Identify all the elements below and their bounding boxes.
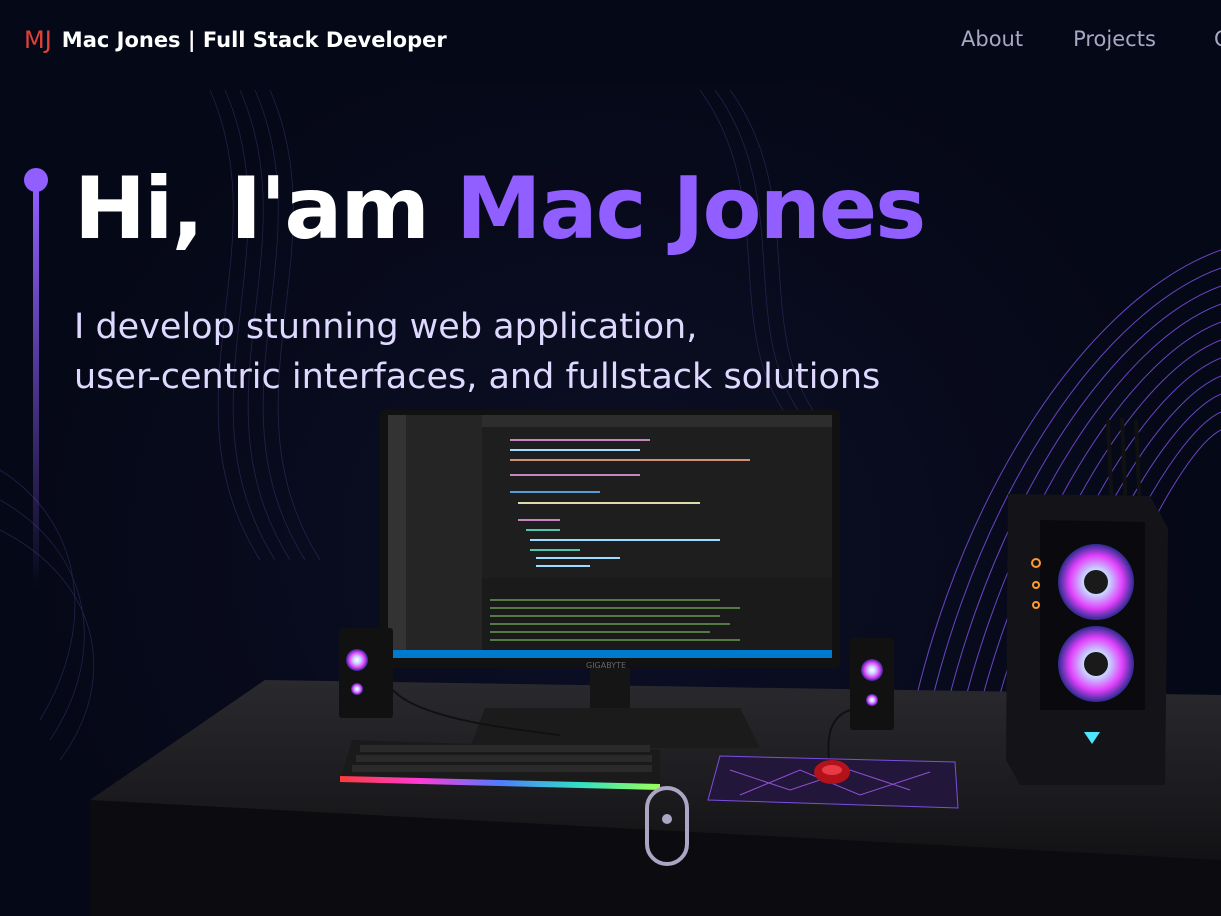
pc-tower: [1006, 417, 1168, 785]
logo-link[interactable]: MJ Mac Jones | Full Stack Developer: [24, 26, 447, 54]
logo-text: Mac Jones | Full Stack Developer: [61, 28, 447, 52]
hero-title: Hi, I'am Mac Jones: [74, 158, 926, 261]
hero-subtitle-line1: I develop stunning web application,: [74, 307, 698, 347]
mouse: [814, 760, 850, 784]
hero-subtitle-line2: user-centric interfaces, and fullstack s…: [74, 357, 881, 397]
desk-setup-scene[interactable]: GIGABYTE: [0, 400, 1221, 916]
nav-link-contact[interactable]: C: [1214, 27, 1221, 51]
navbar: MJ Mac Jones | Full Stack Developer Abou…: [0, 0, 1221, 82]
hero-subtitle: I develop stunning web application, user…: [74, 302, 1024, 402]
scroll-indicator-dot: [662, 814, 672, 824]
scroll-indicator[interactable]: [645, 786, 689, 866]
nav-link-projects[interactable]: Projects: [1073, 27, 1156, 51]
keyboard: [340, 740, 660, 790]
logo-mark: MJ: [24, 26, 52, 54]
hero-title-prefix: Hi, I'am: [74, 159, 456, 259]
hero-title-name: Mac Jones: [455, 159, 926, 259]
right-speaker: [850, 638, 894, 730]
page: MJ Mac Jones | Full Stack Developer Abou…: [0, 0, 1221, 916]
nav-links: About Projects: [961, 27, 1156, 51]
nav-link-about[interactable]: About: [961, 27, 1023, 51]
left-speaker: [339, 628, 393, 718]
